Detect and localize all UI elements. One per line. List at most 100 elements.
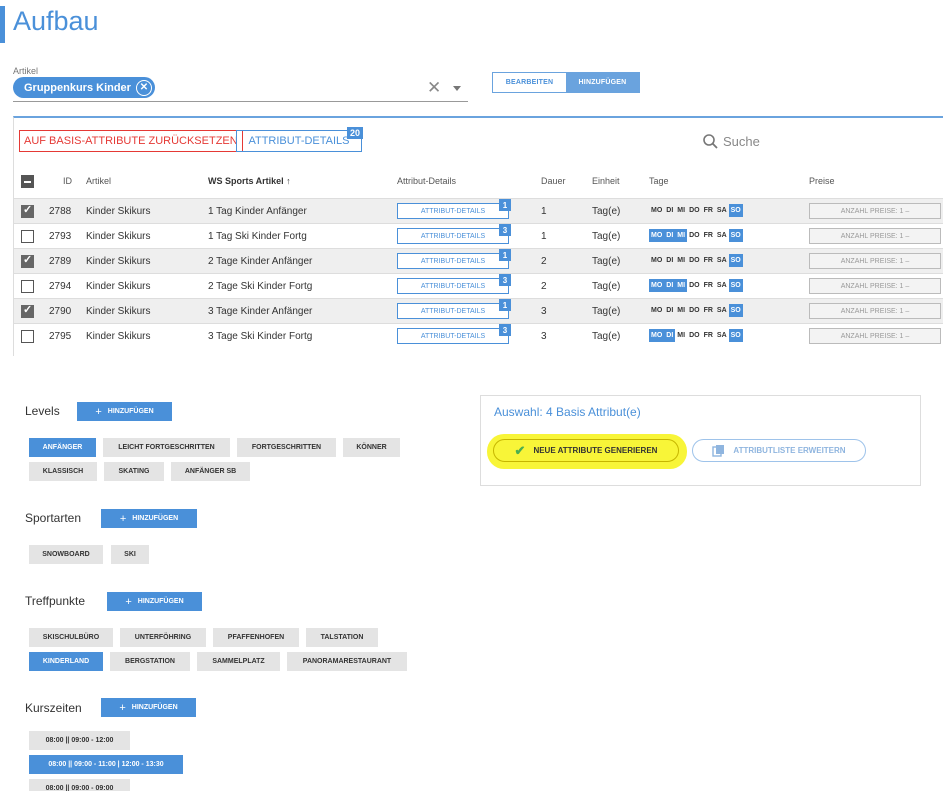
add-treffpunkt-button[interactable]: + HINZUFÜGEN: [107, 592, 202, 611]
treffpunkte-tag[interactable]: UNTERFÖHRING: [120, 628, 206, 647]
table-row[interactable]: 2788 Kinder Skikurs 1 Tag Kinder Anfänger A…: [14, 198, 943, 223]
day-toggle[interactable]: DI: [664, 304, 675, 317]
day-toggle[interactable]: MI: [675, 254, 687, 267]
select-all-checkbox[interactable]: [21, 175, 34, 188]
col-header-artikel[interactable]: Artikel: [86, 176, 111, 186]
table-row[interactable]: 2790 Kinder Skikurs 3 Tage Kinder Anfänger…: [14, 298, 943, 323]
row-attribute-details-button[interactable]: ATTRIBUT-DETAILS: [397, 228, 509, 244]
day-toggle[interactable]: SA: [715, 304, 729, 317]
levels-tag[interactable]: LEICHT FORTGESCHRITTEN: [103, 438, 230, 457]
day-toggle[interactable]: DI: [664, 279, 676, 292]
table-row[interactable]: 2793 Kinder Skikurs 1 Tag Ski Kinder Fortg…: [14, 223, 943, 248]
col-header-dauer[interactable]: Dauer: [541, 176, 566, 186]
row-prices-button[interactable]: ANZAHL PREISE: 1 –: [809, 328, 941, 344]
levels-tag[interactable]: ANFÄNGER SB: [171, 462, 250, 481]
row-attribute-details-button[interactable]: ATTRIBUT-DETAILS: [397, 303, 509, 319]
search-icon[interactable]: [702, 133, 719, 150]
toggle-hinzufuegen[interactable]: HINZUFÜGEN: [566, 73, 639, 92]
day-toggle[interactable]: FR: [702, 229, 715, 242]
add-level-button[interactable]: + HINZUFÜGEN: [77, 402, 172, 421]
row-prices-button[interactable]: ANZAHL PREISE: 1 –: [809, 278, 941, 294]
day-toggle[interactable]: SA: [715, 254, 729, 267]
day-toggle[interactable]: MI: [675, 229, 688, 242]
add-sportart-button[interactable]: + HINZUFÜGEN: [101, 509, 197, 528]
sportarten-tag[interactable]: SKI: [111, 545, 149, 564]
day-toggle[interactable]: SO: [728, 254, 743, 267]
row-checkbox[interactable]: [21, 230, 34, 243]
treffpunkte-tag[interactable]: BERGSTATION: [110, 652, 190, 671]
day-toggle[interactable]: SA: [715, 279, 729, 292]
toggle-bearbeiten[interactable]: BEARBEITEN: [493, 73, 566, 92]
col-header-tage[interactable]: Tage: [649, 176, 669, 186]
day-toggle[interactable]: SA: [715, 229, 729, 242]
row-prices-button[interactable]: ANZAHL PREISE: 1 –: [809, 203, 941, 219]
day-toggle[interactable]: DO: [687, 304, 702, 317]
generate-attributes-button[interactable]: ✔ NEUE ATTRIBUTE GENERIEREN: [493, 439, 679, 462]
day-toggle[interactable]: DO: [687, 279, 702, 292]
treffpunkte-tag[interactable]: SKISCHULBÜRO: [29, 628, 113, 647]
row-checkbox[interactable]: [21, 203, 34, 218]
day-toggle[interactable]: DO: [687, 329, 702, 342]
day-toggle[interactable]: SO: [728, 204, 743, 217]
day-toggle[interactable]: SO: [728, 329, 743, 342]
treffpunkte-tag[interactable]: PFAFFENHOFEN: [213, 628, 299, 647]
day-toggle[interactable]: MO: [649, 229, 665, 242]
treffpunkte-tag[interactable]: KINDERLAND: [29, 652, 103, 671]
row-checkbox[interactable]: [21, 280, 34, 293]
row-prices-button[interactable]: ANZAHL PREISE: 1 –: [809, 253, 941, 269]
levels-tag[interactable]: SKATING: [104, 462, 164, 481]
day-toggle[interactable]: FR: [702, 329, 715, 342]
day-toggle[interactable]: MI: [675, 279, 688, 292]
day-toggle[interactable]: MO: [649, 329, 665, 342]
col-header-einheit[interactable]: Einheit: [592, 176, 620, 186]
row-checkbox[interactable]: [21, 253, 34, 268]
extend-attribute-list-button[interactable]: ATTRIBUTLISTE ERWEITERN: [692, 439, 866, 462]
row-attribute-details-button[interactable]: ATTRIBUT-DETAILS: [397, 203, 509, 219]
col-header-ws-sports-artikel[interactable]: WS Sports Artikel ↑: [208, 176, 291, 186]
day-toggle[interactable]: DI: [664, 329, 676, 342]
row-attribute-details-button[interactable]: ATTRIBUT-DETAILS: [397, 328, 509, 344]
day-toggle[interactable]: MI: [675, 304, 687, 317]
day-toggle[interactable]: MO: [649, 279, 665, 292]
row-attribute-details-button[interactable]: ATTRIBUT-DETAILS: [397, 253, 509, 269]
clear-selection-icon[interactable]: ✕: [427, 78, 441, 98]
day-toggle[interactable]: SA: [715, 329, 729, 342]
treffpunkte-tag[interactable]: TALSTATION: [306, 628, 378, 647]
treffpunkte-tag[interactable]: SAMMELPLATZ: [197, 652, 280, 671]
col-header-id[interactable]: ID: [63, 176, 72, 186]
table-row[interactable]: 2794 Kinder Skikurs 2 Tage Ski Kinder Fort…: [14, 273, 943, 298]
day-toggle[interactable]: MO: [649, 204, 664, 217]
col-header-preise[interactable]: Preise: [809, 176, 835, 186]
add-kurszeit-button[interactable]: + HINZUFÜGEN: [101, 698, 196, 717]
row-prices-button[interactable]: ANZAHL PREISE: 1 –: [809, 303, 941, 319]
treffpunkte-tag[interactable]: PANORAMARESTAURANT: [287, 652, 407, 671]
day-toggle[interactable]: DI: [664, 204, 675, 217]
attribute-details-button[interactable]: ATTRIBUT-DETAILS: [236, 130, 362, 152]
day-toggle[interactable]: MO: [649, 254, 664, 267]
sportarten-tag[interactable]: SNOWBOARD: [29, 545, 103, 564]
levels-tag[interactable]: KLASSISCH: [29, 462, 97, 481]
kurszeiten-tag[interactable]: 08:00 || 09:00 - 11:00 | 12:00 - 13:30: [29, 755, 183, 774]
levels-tag[interactable]: KÖNNER: [343, 438, 400, 457]
day-toggle[interactable]: SA: [715, 204, 729, 217]
table-row[interactable]: 2789 Kinder Skikurs 2 Tage Kinder Anfänger…: [14, 248, 943, 273]
day-toggle[interactable]: FR: [702, 279, 715, 292]
dropdown-arrow-icon[interactable]: [453, 86, 461, 91]
reset-basis-attributes-button[interactable]: AUF BASIS-ATTRIBUTE ZURÜCKSETZEN: [19, 130, 243, 152]
day-toggle[interactable]: FR: [702, 304, 715, 317]
row-checkbox[interactable]: [21, 330, 34, 343]
day-toggle[interactable]: FR: [702, 204, 715, 217]
table-row[interactable]: 2795 Kinder Skikurs 3 Tage Ski Kinder Fort…: [14, 323, 943, 348]
col-header-attribut-details[interactable]: Attribut-Details: [397, 176, 456, 186]
day-toggle[interactable]: DO: [687, 204, 702, 217]
day-toggle[interactable]: DI: [664, 229, 676, 242]
day-toggle[interactable]: DI: [664, 254, 675, 267]
day-toggle[interactable]: MI: [675, 204, 687, 217]
day-toggle[interactable]: FR: [702, 254, 715, 267]
row-prices-button[interactable]: ANZAHL PREISE: 1 –: [809, 228, 941, 244]
kurszeiten-tag[interactable]: 08:00 || 09:00 - 12:00: [29, 731, 130, 750]
levels-tag[interactable]: FORTGESCHRITTEN: [237, 438, 336, 457]
levels-tag[interactable]: ANFÄNGER: [29, 438, 96, 457]
search-input[interactable]: Suche: [723, 134, 760, 149]
day-toggle[interactable]: SO: [728, 229, 743, 242]
